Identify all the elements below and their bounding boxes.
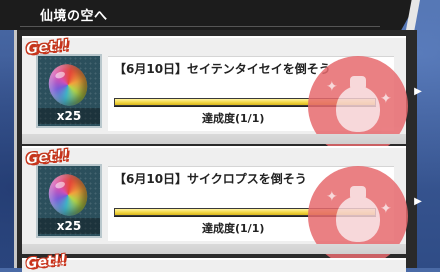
mission-title: 【6月10日】セイテンタイセイを倒そう: [114, 62, 331, 76]
money-bag-stamp-icon: ✦ ✦: [308, 56, 408, 156]
reward-quantity: x25: [38, 218, 100, 234]
progress-label: 達成度(1/1): [202, 222, 265, 235]
mission-card-partial[interactable]: [22, 258, 406, 272]
rainbow-orb-icon: [42, 58, 94, 112]
chevron-right-icon[interactable]: ▶: [412, 38, 424, 144]
reward-item: x25: [36, 164, 102, 238]
rainbow-orb-icon: [42, 168, 94, 222]
header-divider: [20, 26, 380, 27]
mission-card[interactable]: x25 Get!! 【6月10日】サイクロプスを倒そう 達成度(1/1) ✦ ✦…: [22, 145, 422, 266]
reward-quantity: x25: [38, 108, 100, 124]
money-bag-stamp-icon: ✦ ✦: [308, 166, 408, 266]
progress-label: 達成度(1/1): [202, 112, 265, 125]
reward-item: x25: [36, 54, 102, 128]
chevron-right-icon[interactable]: ▶: [412, 148, 424, 254]
section-title: 仙境の空へ: [40, 9, 108, 24]
mission-title: 【6月10日】サイクロプスを倒そう: [114, 172, 307, 186]
mission-card[interactable]: x25 Get!! 【6月10日】セイテンタイセイを倒そう 達成度(1/1) ✦…: [22, 35, 422, 156]
